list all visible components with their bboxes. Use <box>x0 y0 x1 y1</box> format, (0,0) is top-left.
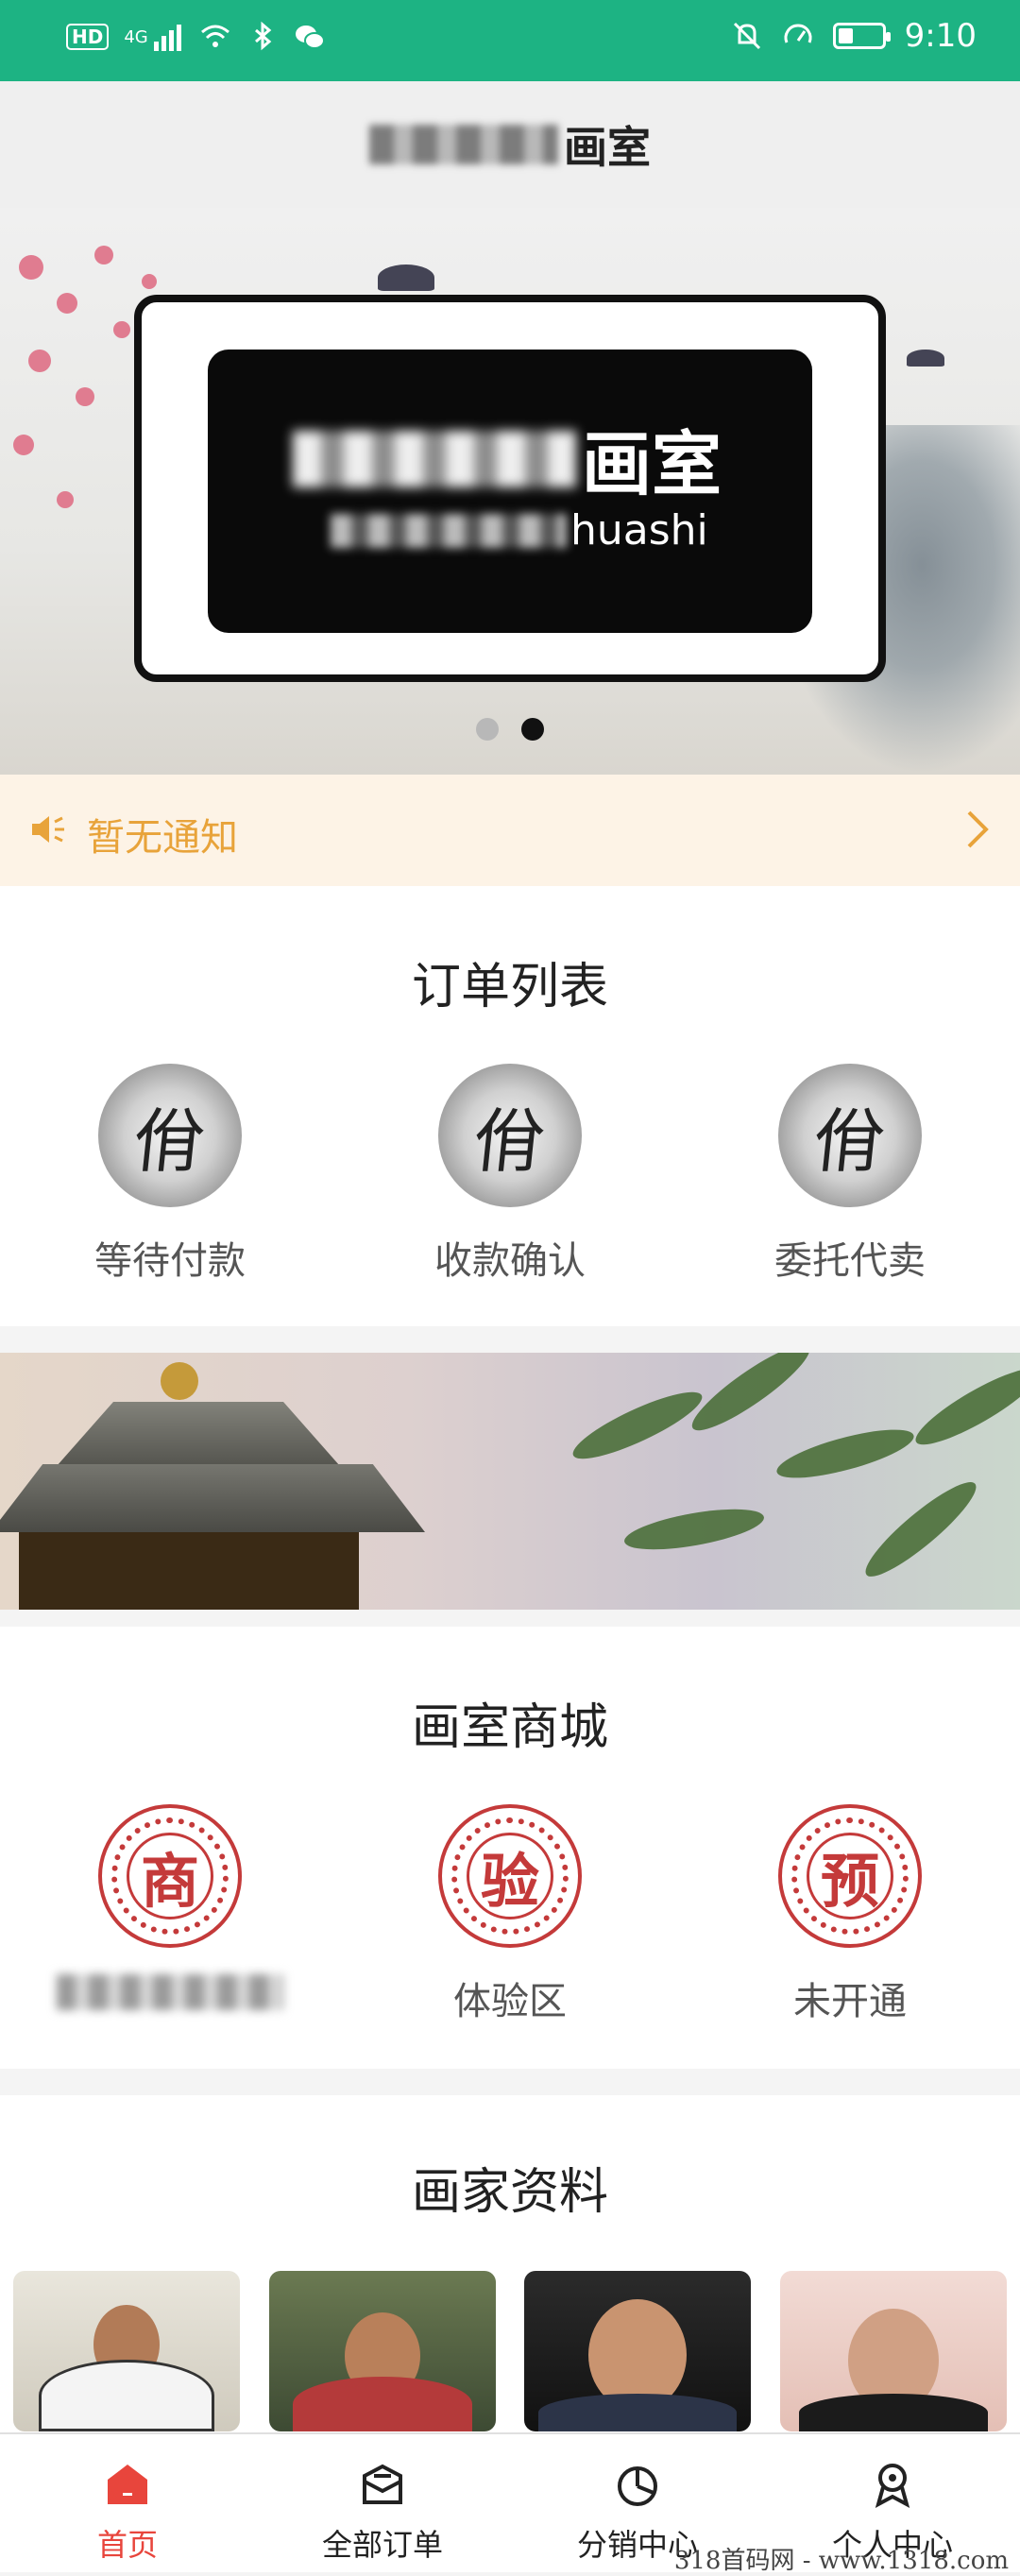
signal-icon <box>153 25 181 51</box>
mall-section: 画室商城 商 验 体验区 预 未开通 <box>0 1627 1020 2069</box>
page-title: 画室 <box>564 122 651 173</box>
redacted-name <box>369 125 558 164</box>
experience-seal-icon: 验 <box>438 1804 582 1948</box>
order-icon: 佾 <box>438 1064 582 1207</box>
hd-icon: HD <box>66 24 110 50</box>
network-label: 4G <box>124 26 148 47</box>
tab-all-orders[interactable]: 全部订单 <box>255 2434 510 2572</box>
badge-icon <box>875 2464 910 2508</box>
banner-title: 画室 <box>582 424 722 505</box>
redacted-label <box>57 1974 283 2010</box>
carousel-dot-active[interactable] <box>521 718 544 741</box>
speaker-icon <box>32 816 64 843</box>
artist-card[interactable] <box>268 2271 496 2431</box>
battery-icon <box>832 23 891 49</box>
promo-image <box>0 1353 1020 1610</box>
preorder-seal-icon: 预 <box>778 1804 922 1948</box>
order-item-payment-confirm[interactable]: 佾 收款确认 <box>340 1064 680 1285</box>
carousel-dot[interactable] <box>476 718 499 741</box>
tab-label: 全部订单 <box>321 2527 443 2563</box>
wifi-icon <box>200 25 230 47</box>
mall-title: 画室商城 <box>411 1699 608 1756</box>
mall-label: 未开通 <box>793 1980 907 2023</box>
artist-list <box>0 2271 1020 2431</box>
order-label: 委托代卖 <box>774 1239 926 1283</box>
order-icon: 佾 <box>778 1064 922 1207</box>
notice-text: 暂无通知 <box>87 816 238 860</box>
order-item-pending-payment[interactable]: 佾 等待付款 <box>0 1064 340 1285</box>
status-bar: HD 4G 9:10 <box>0 0 1020 81</box>
banner-plaque: 画室 huashi <box>208 350 812 633</box>
artist-card[interactable] <box>524 2271 752 2431</box>
artists-title: 画家资料 <box>411 2164 608 2221</box>
banner-subtitle: huashi <box>570 506 708 554</box>
tab-label: 首页 <box>96 2527 158 2563</box>
artist-card[interactable] <box>779 2271 1007 2431</box>
mute-icon <box>733 22 760 50</box>
mall-label: 体验区 <box>453 1980 567 2023</box>
notice-bar[interactable]: 暂无通知 <box>0 775 1020 886</box>
order-box-icon <box>363 2464 402 2504</box>
mall-item-shop[interactable]: 商 <box>0 1804 340 2025</box>
watermark: 318首码网 - www.1318.com <box>673 2547 1009 2575</box>
orders-section: 订单列表 佾 等待付款 佾 收款确认 佾 委托代卖 <box>0 886 1020 1326</box>
page-header: 画室 <box>0 81 1020 208</box>
home-icon <box>108 2465 147 2504</box>
bluetooth-icon <box>254 21 272 51</box>
chevron-right-icon[interactable] <box>963 809 992 850</box>
tab-home[interactable]: 首页 <box>0 2434 255 2572</box>
orders-title: 订单列表 <box>411 959 608 1015</box>
mall-item-preorder[interactable]: 预 未开通 <box>680 1804 1020 2025</box>
shop-seal-icon: 商 <box>98 1804 242 1948</box>
status-time: 9:10 <box>904 17 977 55</box>
pie-chart-icon <box>618 2466 657 2506</box>
order-item-consignment[interactable]: 佾 委托代卖 <box>680 1064 1020 1285</box>
order-icon: 佾 <box>98 1064 242 1207</box>
order-label: 等待付款 <box>94 1239 246 1283</box>
mall-item-experience[interactable]: 验 体验区 <box>340 1804 680 2025</box>
banner-carousel[interactable]: 画室 huashi <box>0 208 1020 775</box>
order-label: 收款确认 <box>434 1239 586 1283</box>
artist-card[interactable] <box>13 2271 240 2431</box>
wechat-icon <box>295 26 325 49</box>
carousel-indicator <box>0 718 1020 741</box>
speed-icon <box>784 24 812 43</box>
